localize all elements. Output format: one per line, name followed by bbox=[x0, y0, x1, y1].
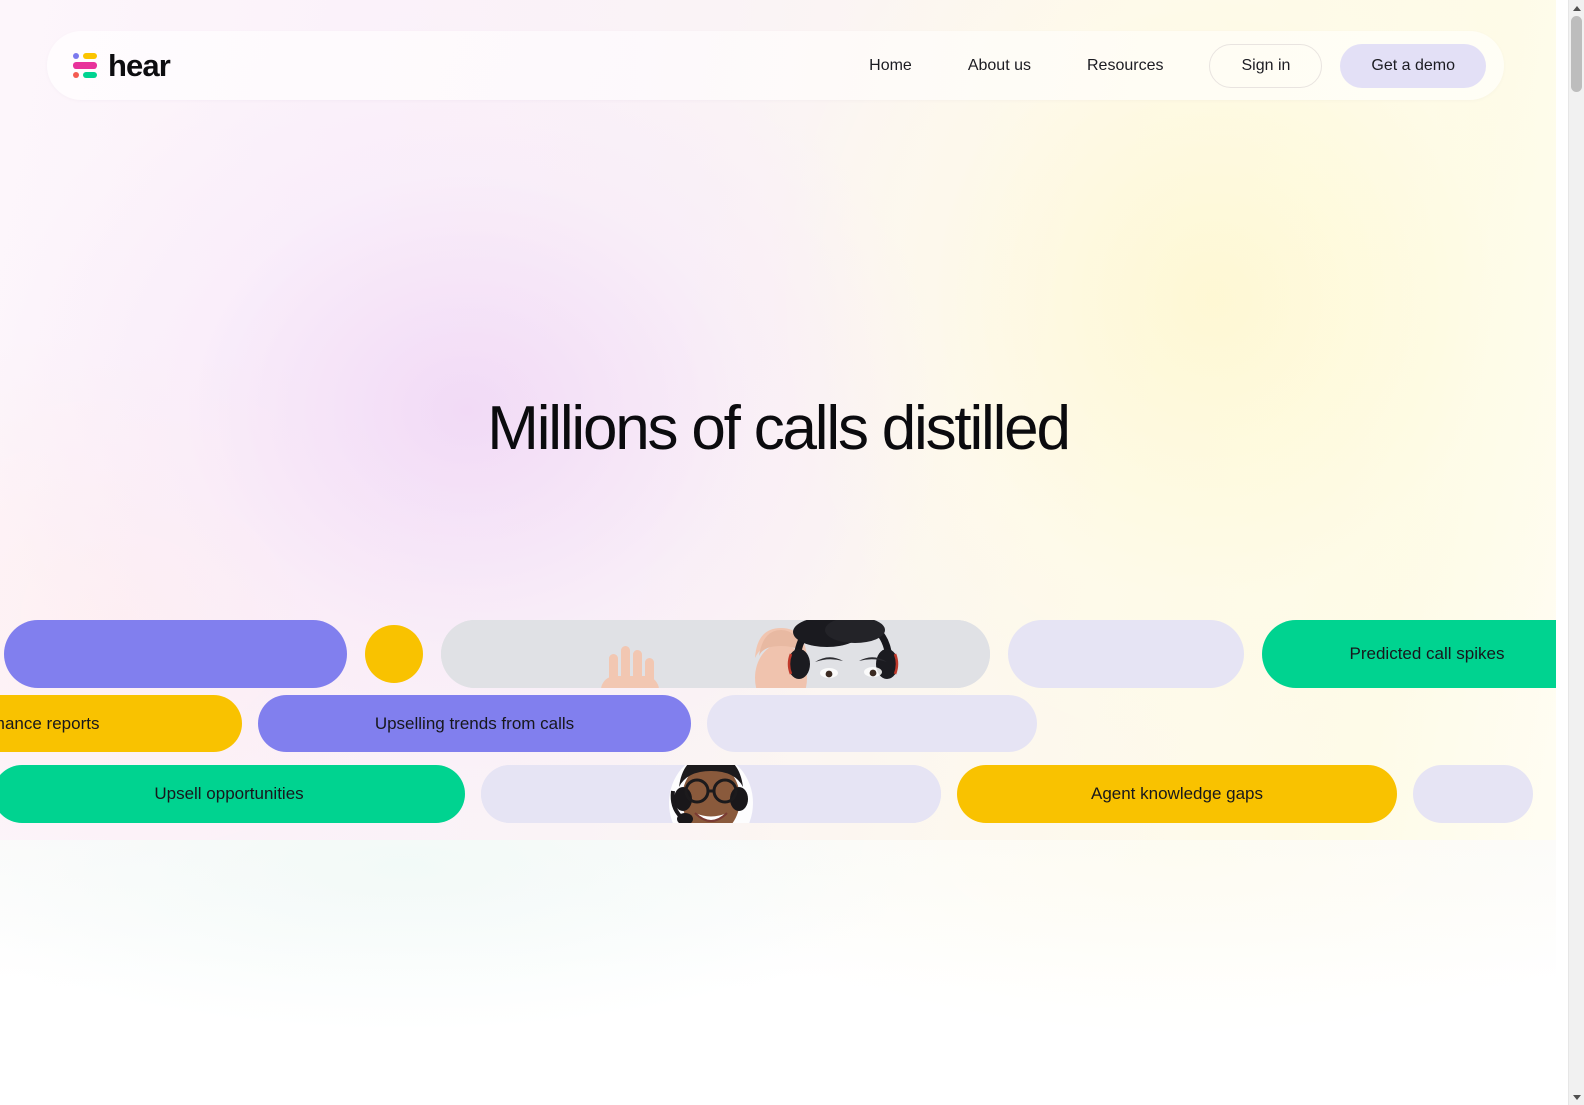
marquee-pill-lavender-9[interactable] bbox=[1413, 765, 1533, 823]
scrollbar-thumb[interactable] bbox=[1571, 16, 1582, 92]
marquee-gap bbox=[423, 620, 441, 688]
marquee-pill-label: Performance reports bbox=[0, 713, 100, 733]
scroll-down-arrow-icon[interactable] bbox=[1569, 1089, 1584, 1105]
marquee-pill-label: Upselling trends from calls bbox=[374, 713, 575, 733]
page-viewport: hear Home About us Resources Sign in Get… bbox=[0, 0, 1556, 1105]
marquee-gap bbox=[691, 695, 707, 752]
marquee-pill-lavender-7[interactable] bbox=[707, 695, 1037, 752]
nav-item-home[interactable]: Home bbox=[841, 47, 940, 85]
marquee-track-1: Predicted call spikes bbox=[0, 620, 1556, 688]
lower-background-wash bbox=[0, 840, 1556, 1105]
marquee-row-1: Predicted call spikes bbox=[0, 620, 1556, 688]
vertical-scrollbar[interactable] bbox=[1568, 0, 1584, 1105]
marquee-pill-grey-7[interactable] bbox=[441, 620, 990, 688]
logo-wordmark: hear bbox=[108, 48, 171, 83]
marquee-gap bbox=[1397, 765, 1413, 823]
marquee-pill-agent-knowledge-gaps[interactable]: Agent knowledge gaps bbox=[957, 765, 1397, 823]
marquee-gap bbox=[1244, 620, 1262, 688]
marquee-pill-lavender-9[interactable] bbox=[1008, 620, 1244, 688]
primary-navigation: Home About us Resources Sign in Get a de… bbox=[841, 43, 1486, 88]
marquee-pill-label: Agent knowledge gaps bbox=[1090, 784, 1264, 803]
agent-male-headset-photo bbox=[441, 620, 990, 688]
agent-female-headset-photo bbox=[481, 765, 941, 823]
marquee-gap bbox=[347, 620, 365, 688]
marquee-pill-label: Upsell opportunities bbox=[154, 784, 304, 803]
scroll-up-arrow-icon[interactable] bbox=[1569, 0, 1584, 16]
marquee-row-2: Performance reports Upselling trends from… bbox=[0, 695, 1556, 752]
marquee-gap bbox=[465, 765, 481, 823]
get-a-demo-button[interactable]: Get a demo bbox=[1340, 43, 1486, 88]
marquee-pill-purple-3[interactable] bbox=[4, 620, 347, 688]
page-title: Millions of calls distilled bbox=[487, 394, 1071, 463]
logo[interactable]: hear bbox=[73, 48, 171, 83]
marquee-pill-performance-reports[interactable]: Performance reports bbox=[0, 695, 242, 752]
marquee-track-2: Performance reports Upselling trends from… bbox=[0, 695, 1212, 752]
marquee-pill-upsell-opportunities[interactable]: Upsell opportunities bbox=[0, 765, 465, 823]
hear-logo-icon bbox=[73, 52, 99, 79]
marquee-pill-lavender-5[interactable] bbox=[481, 765, 941, 823]
marquee-pill-upselling-trends-from-calls[interactable]: Upselling trends from calls bbox=[258, 695, 691, 752]
marquee-track-3: Upsell opportunities Agent knowledge gap… bbox=[0, 765, 1533, 823]
marquee-pill-yellow-5[interactable] bbox=[365, 625, 423, 683]
site-header: hear Home About us Resources Sign in Get… bbox=[47, 31, 1504, 100]
sign-in-button[interactable]: Sign in bbox=[1209, 43, 1323, 88]
nav-item-about-us[interactable]: About us bbox=[940, 47, 1059, 85]
marquee-gap bbox=[242, 695, 258, 752]
marquee-pill-predicted-call-spikes[interactable]: Predicted call spikes bbox=[1262, 620, 1556, 688]
nav-item-resources[interactable]: Resources bbox=[1059, 47, 1191, 85]
marquee-row-3: Upsell opportunities Agent knowledge gap… bbox=[0, 765, 1556, 823]
marquee-gap bbox=[941, 765, 957, 823]
marquee-pill-label: Predicted call spikes bbox=[1349, 644, 1505, 663]
marquee-gap bbox=[990, 620, 1008, 688]
